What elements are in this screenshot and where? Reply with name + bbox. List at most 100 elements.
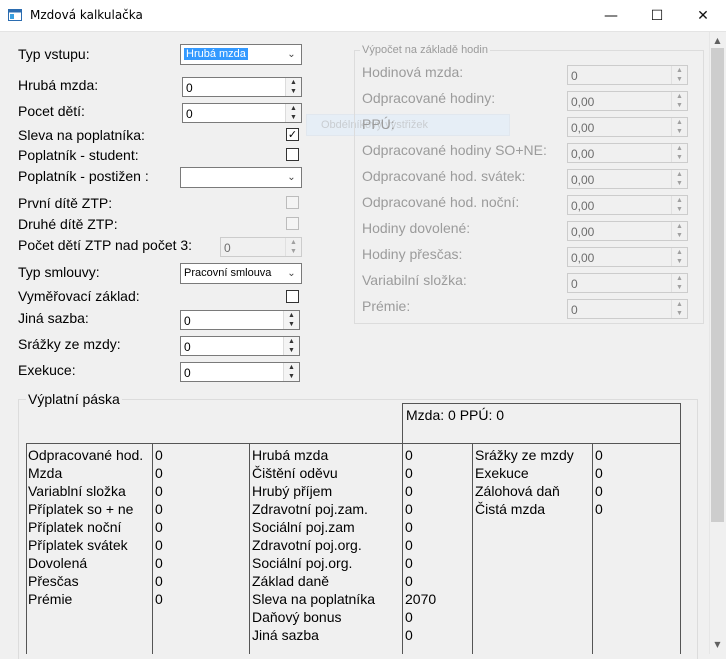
- spin-up-icon[interactable]: ▲: [672, 92, 687, 101]
- jina-sazba-input[interactable]: 0 ▲ ▼: [180, 310, 300, 330]
- hours-field-label: Odpracované hodiny SO+NE:: [362, 142, 547, 158]
- spin-down-icon[interactable]: ▼: [286, 87, 301, 96]
- spin-up-icon[interactable]: ▲: [672, 300, 687, 309]
- spin-down-icon[interactable]: ▼: [672, 101, 687, 110]
- hours-field-value: 0: [571, 277, 578, 291]
- spin-down-icon[interactable]: ▼: [672, 75, 687, 84]
- payslip-label: Exekuce: [475, 465, 529, 481]
- spin-down-icon[interactable]: ▼: [672, 283, 687, 292]
- spin-down-icon[interactable]: ▼: [284, 372, 299, 381]
- hours-field-stepper[interactable]: ▲ ▼: [671, 248, 687, 266]
- spin-up-icon[interactable]: ▲: [672, 222, 687, 231]
- spin-up-icon[interactable]: ▲: [284, 337, 299, 346]
- typ-vstupu-select[interactable]: Hrubá mzda ⌄: [180, 44, 302, 65]
- pocet-deti-ztp-input[interactable]: 0 ▲ ▼: [220, 237, 302, 257]
- payslip-col-line: [592, 443, 593, 654]
- hours-field-label: Prémie:: [362, 298, 411, 314]
- spin-down-icon[interactable]: ▼: [672, 231, 687, 240]
- pocet-deti-stepper[interactable]: ▲ ▼: [285, 104, 301, 122]
- scroll-thumb[interactable]: [711, 48, 724, 522]
- spin-up-icon[interactable]: ▲: [286, 78, 301, 87]
- spin-up-icon[interactable]: ▲: [672, 248, 687, 257]
- hours-field-label: Hodiny dovolené:: [362, 220, 471, 236]
- sleva-poplatnika-checkbox[interactable]: ✓: [286, 128, 299, 141]
- srazky-ze-mzdy-value: 0: [184, 340, 191, 354]
- scroll-down-icon[interactable]: ▼: [709, 636, 726, 652]
- spin-down-icon[interactable]: ▼: [284, 346, 299, 355]
- poplatnik-postizen-select[interactable]: ⌄: [180, 167, 302, 188]
- payslip-value: 0: [405, 537, 413, 553]
- spin-up-icon[interactable]: ▲: [672, 66, 687, 75]
- poplatnik-student-checkbox[interactable]: [286, 148, 299, 161]
- pocet-deti-ztp-stepper[interactable]: ▲ ▼: [285, 238, 301, 256]
- close-button[interactable]: ✕: [680, 0, 726, 31]
- exekuce-input[interactable]: 0 ▲ ▼: [180, 362, 300, 382]
- hours-field-stepper[interactable]: ▲ ▼: [671, 274, 687, 292]
- spin-down-icon[interactable]: ▼: [672, 153, 687, 162]
- hours-field-stepper[interactable]: ▲ ▼: [671, 118, 687, 136]
- spin-down-icon[interactable]: ▼: [672, 127, 687, 136]
- spin-down-icon[interactable]: ▼: [672, 205, 687, 214]
- spin-up-icon[interactable]: ▲: [286, 238, 301, 247]
- exekuce-stepper[interactable]: ▲ ▼: [283, 363, 299, 381]
- spin-up-icon[interactable]: ▲: [672, 170, 687, 179]
- hours-field-input[interactable]: 0,00 ▲ ▼: [567, 221, 688, 241]
- minimize-button[interactable]: —: [588, 0, 634, 31]
- hours-field-value: 0: [571, 303, 578, 317]
- hours-field-stepper[interactable]: ▲ ▼: [671, 170, 687, 188]
- hours-field-input[interactable]: 0,00 ▲ ▼: [567, 195, 688, 215]
- hours-field-input[interactable]: 0 ▲ ▼: [567, 65, 688, 85]
- payslip-label: Čištění oděvu: [252, 465, 338, 481]
- hours-field-input[interactable]: 0,00 ▲ ▼: [567, 143, 688, 163]
- payslip-label: Sleva na poplatníka: [252, 591, 375, 607]
- payslip-label: Srážky ze mzdy: [475, 447, 574, 463]
- hours-field-input[interactable]: 0 ▲ ▼: [567, 299, 688, 319]
- hours-field-input[interactable]: 0,00 ▲ ▼: [567, 117, 688, 137]
- spin-up-icon[interactable]: ▲: [672, 274, 687, 283]
- spin-up-icon[interactable]: ▲: [284, 311, 299, 320]
- hours-field-stepper[interactable]: ▲ ▼: [671, 92, 687, 110]
- hours-field-stepper[interactable]: ▲ ▼: [671, 196, 687, 214]
- spin-down-icon[interactable]: ▼: [284, 320, 299, 329]
- spin-up-icon[interactable]: ▲: [286, 104, 301, 113]
- hours-field-stepper[interactable]: ▲ ▼: [671, 300, 687, 318]
- hours-field-value: 0,00: [571, 95, 595, 109]
- spin-down-icon[interactable]: ▼: [672, 309, 687, 318]
- vymerovaci-zaklad-checkbox[interactable]: [286, 290, 299, 303]
- srazky-ze-mzdy-stepper[interactable]: ▲ ▼: [283, 337, 299, 355]
- payslip-value: 0: [595, 465, 603, 481]
- hruba-mzda-input[interactable]: 0 ▲ ▼: [182, 77, 302, 97]
- payslip-col-line: [152, 443, 153, 654]
- spin-up-icon[interactable]: ▲: [672, 144, 687, 153]
- typ-smlouvy-select[interactable]: Pracovní smlouva ⌄: [180, 263, 302, 284]
- srazky-ze-mzdy-input[interactable]: 0 ▲ ▼: [180, 336, 300, 356]
- hours-field-input[interactable]: 0,00 ▲ ▼: [567, 247, 688, 267]
- maximize-button[interactable]: ☐: [634, 0, 680, 31]
- payslip-value: 0: [595, 447, 603, 463]
- hours-field-stepper[interactable]: ▲ ▼: [671, 222, 687, 240]
- druhe-dite-ztp-checkbox[interactable]: [286, 217, 299, 230]
- hours-field-stepper[interactable]: ▲ ▼: [671, 66, 687, 84]
- hours-field-input[interactable]: 0 ▲ ▼: [567, 273, 688, 293]
- window-title: Mzdová kalkulačka: [30, 8, 143, 22]
- spin-up-icon[interactable]: ▲: [672, 118, 687, 127]
- hruba-mzda-stepper[interactable]: ▲ ▼: [285, 78, 301, 96]
- payslip-top-line: [26, 443, 681, 444]
- hours-field-stepper[interactable]: ▲ ▼: [671, 144, 687, 162]
- spin-down-icon[interactable]: ▼: [286, 113, 301, 122]
- payslip-value: 0: [405, 465, 413, 481]
- spin-down-icon[interactable]: ▼: [672, 257, 687, 266]
- spin-down-icon[interactable]: ▼: [672, 179, 687, 188]
- pocet-deti-value: 0: [186, 107, 193, 121]
- scroll-up-icon[interactable]: ▲: [709, 32, 726, 48]
- prvni-dite-ztp-checkbox[interactable]: [286, 196, 299, 209]
- spin-up-icon[interactable]: ▲: [672, 196, 687, 205]
- hours-field-input[interactable]: 0,00 ▲ ▼: [567, 169, 688, 189]
- hours-field-input[interactable]: 0,00 ▲ ▼: [567, 91, 688, 111]
- payslip-label: Sociální poj.zam: [252, 519, 355, 535]
- pocet-deti-input[interactable]: 0 ▲ ▼: [182, 103, 302, 123]
- spin-up-icon[interactable]: ▲: [284, 363, 299, 372]
- hours-field-value: 0,00: [571, 199, 595, 213]
- spin-down-icon[interactable]: ▼: [286, 247, 301, 256]
- jina-sazba-stepper[interactable]: ▲ ▼: [283, 311, 299, 329]
